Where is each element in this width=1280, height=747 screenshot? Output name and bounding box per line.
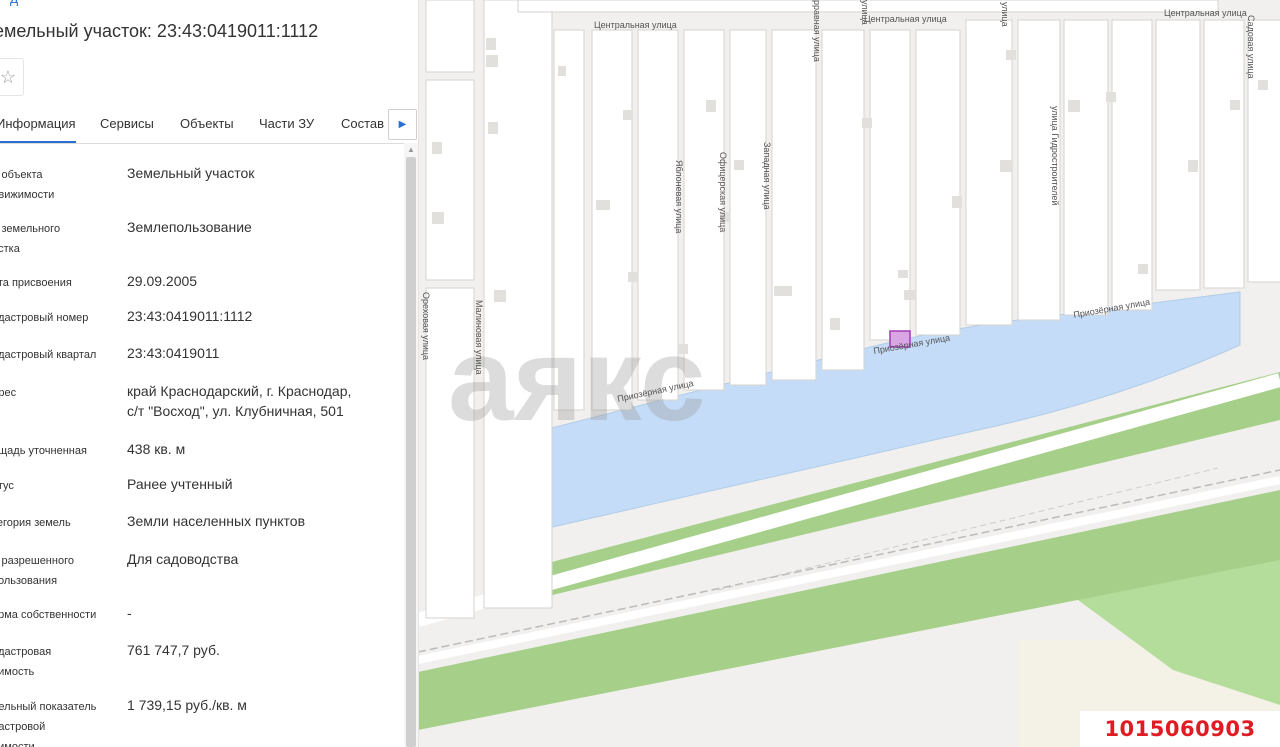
- street-label: Садовая улица: [1246, 15, 1256, 79]
- info-label: д земельного астка: [0, 223, 61, 255]
- street-label: Малиновая улица: [474, 300, 484, 375]
- info-value: Для садоводства: [127, 551, 239, 567]
- info-value: 23:43:0419011: [127, 345, 220, 361]
- info-value: 23:43:0419011:1112: [127, 308, 253, 324]
- street-label: Яблоневая улица: [674, 160, 684, 233]
- map-canvas: аякс Центральная улица Центральная улица…: [418, 0, 1280, 747]
- map-view[interactable]: аякс Центральная улица Центральная улица…: [418, 0, 1280, 747]
- page-title: емельный участок: 23:43:0419011:1112: [0, 21, 319, 41]
- tab-bar: Информация Сервисы Объекты Части ЗУ Сост…: [0, 105, 418, 144]
- info-value: край Краснодарский, г. Краснодар, с/т "В…: [127, 383, 352, 419]
- info-label: ата присвоения: [0, 277, 72, 289]
- watermark-text: аякс: [448, 314, 706, 446]
- info-label: адастровый номер: [0, 312, 89, 324]
- scrollbar[interactable]: ▲: [404, 143, 418, 747]
- info-label: д разрешенного пользования: [0, 555, 74, 587]
- info-label: дельный показатель дастровой оимости: [0, 701, 97, 747]
- street-label: улица: [860, 0, 870, 25]
- scroll-up-icon[interactable]: ▲: [404, 145, 418, 155]
- scrollbar-thumb[interactable]: [406, 157, 416, 747]
- street-label: Центральная улица: [1164, 8, 1247, 18]
- star-outline-icon[interactable]: ☆: [0, 58, 24, 96]
- info-value: Земли населенных пунктов: [127, 513, 306, 529]
- listing-id-badge: 1015060903: [1080, 711, 1280, 747]
- info-value: Землепользование: [127, 219, 252, 235]
- info-value: 1 739,15 руб./кв. м: [127, 697, 247, 713]
- info-value: -: [127, 605, 132, 621]
- info-value: 29.09.2005: [127, 273, 198, 289]
- street-label: Офицерская улица: [718, 152, 728, 232]
- info-label: адастровая оимость: [0, 646, 52, 678]
- street-label: Западная улица: [762, 142, 772, 210]
- chevron-right-icon[interactable]: ▶: [388, 109, 417, 140]
- street-label: Центральная улица: [594, 20, 677, 30]
- info-value: 761 747,7 руб.: [127, 642, 220, 658]
- street-label: рравная улица: [812, 0, 822, 62]
- info-label: тегория земель: [0, 517, 71, 529]
- info-value: Земельный участок: [127, 165, 255, 181]
- info-panel: д емельный участок: 23:43:0419011:1112 ☆…: [0, 0, 419, 747]
- tab-parts[interactable]: Части ЗУ: [259, 116, 314, 131]
- info-label: дрес: [0, 387, 17, 399]
- tab-services[interactable]: Сервисы: [100, 116, 154, 131]
- street-label: Центральная улица: [864, 14, 947, 24]
- info-label: ощадь уточненная: [0, 445, 87, 457]
- info-value: 438 кв. м: [127, 441, 186, 457]
- info-label: атус: [0, 480, 14, 492]
- tab-information[interactable]: Информация: [0, 116, 76, 143]
- street-label: улица Гидростроителей: [1050, 106, 1060, 206]
- street-label: улица: [1000, 2, 1010, 27]
- info-label: адастровый квартал: [0, 349, 97, 361]
- breadcrumb-link[interactable]: д: [10, 0, 18, 6]
- info-value: Ранее учтенный: [127, 476, 233, 492]
- tab-composition[interactable]: Состав: [341, 116, 384, 131]
- info-label: д объекта движимости: [0, 169, 55, 201]
- tab-objects[interactable]: Объекты: [180, 116, 234, 131]
- street-label: Ореховая улица: [421, 292, 431, 360]
- info-label: орма собственности: [0, 609, 97, 621]
